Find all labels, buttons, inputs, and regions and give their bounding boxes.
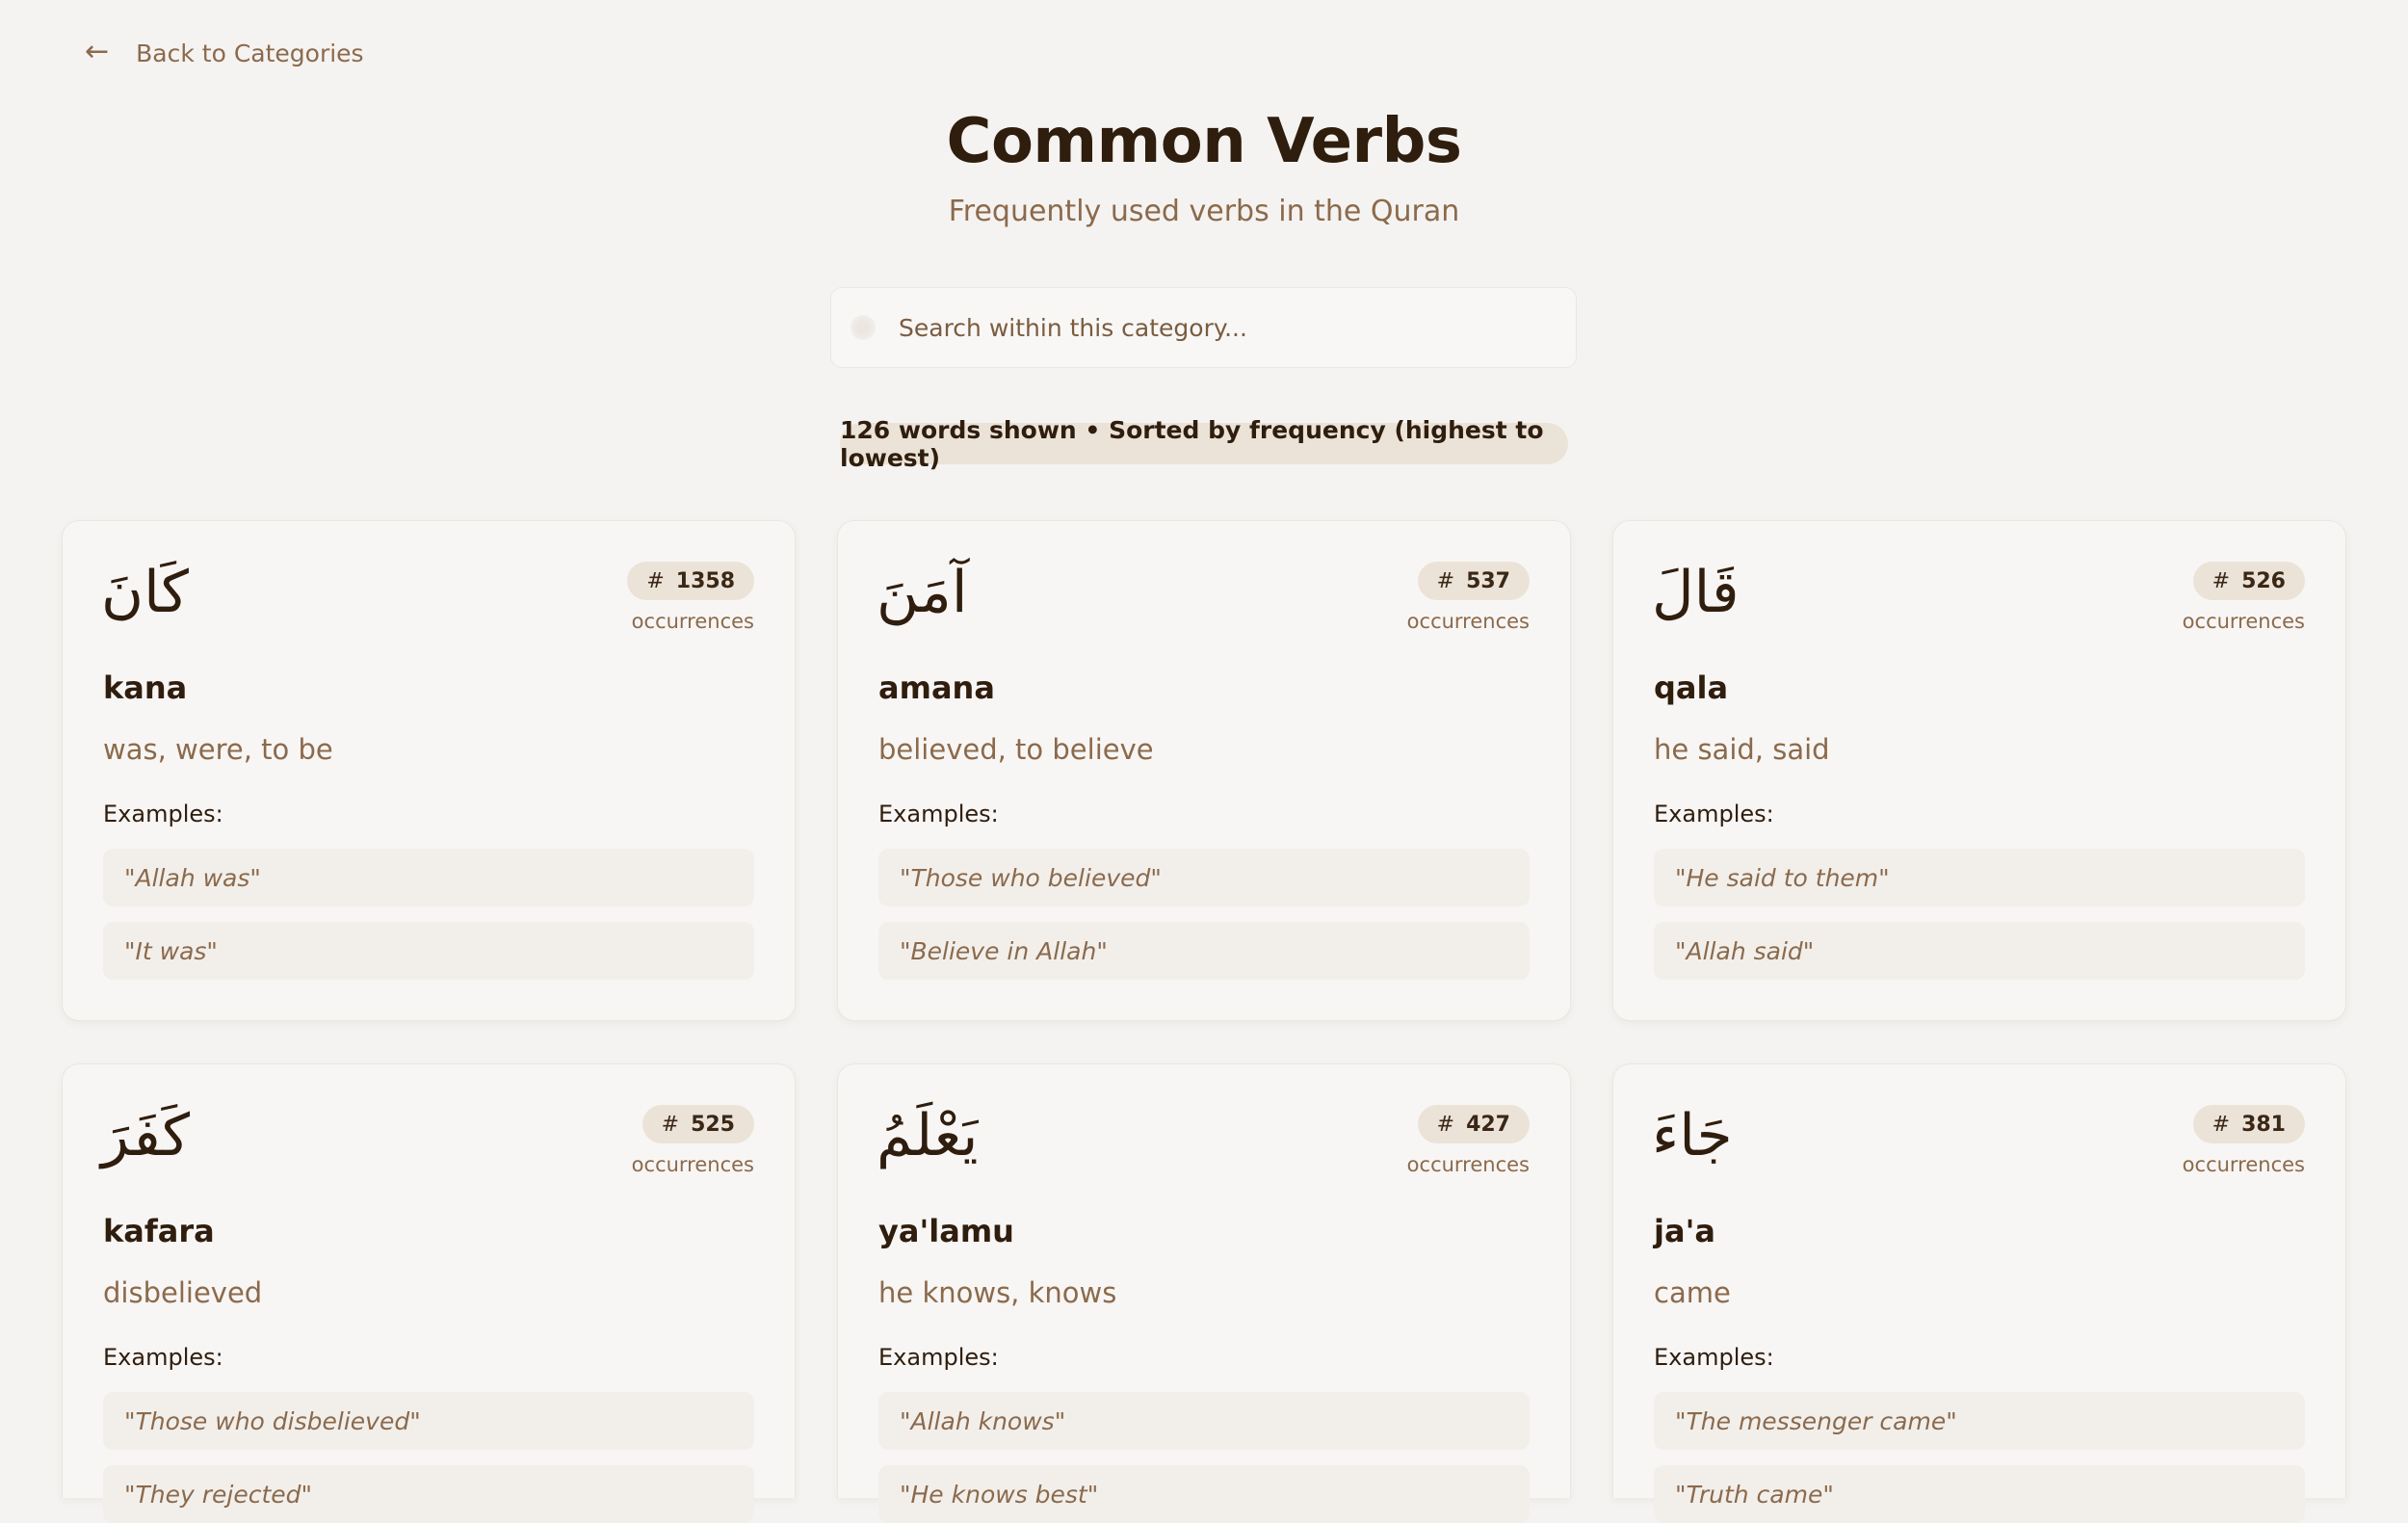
hash-icon: #: [646, 568, 665, 593]
example-item: "He said to them": [1654, 849, 2305, 906]
examples-label: Examples:: [1654, 801, 1774, 827]
occurrences-label: occurrences: [2182, 610, 2305, 633]
occurrence-count-badge: # 381: [2192, 1105, 2305, 1143]
arrow-left-icon: ←: [85, 35, 110, 68]
occurrence-count: 427: [1466, 1112, 1510, 1137]
example-item: "The messenger came": [1654, 1392, 2305, 1450]
occurrence-count: 526: [2241, 568, 2286, 593]
occurrence-count-badge: # 427: [1417, 1105, 1530, 1143]
occurrences-label: occurrences: [1406, 610, 1530, 633]
occurrences-label: occurrences: [631, 610, 754, 633]
word-card[interactable]: جَاءَ # 381 occurrences ja'a came Exampl…: [1612, 1063, 2346, 1523]
arabic-word: قَالَ: [1652, 559, 1740, 626]
transliteration: ja'a: [1654, 1213, 1715, 1249]
occurrence-count-badge: # 1358: [627, 562, 754, 600]
search-icon: [851, 315, 876, 340]
example-item: "Truth came": [1654, 1465, 2305, 1523]
page-subtitle: Frequently used verbs in the Quran: [948, 195, 1460, 228]
hash-icon: #: [1436, 568, 1455, 593]
examples-label: Examples:: [103, 1344, 223, 1371]
arabic-word: يَعْلَمُ: [877, 1102, 979, 1169]
occurrences-label: occurrences: [631, 1153, 754, 1176]
occurrence-count: 381: [2241, 1112, 2286, 1137]
search-input[interactable]: [897, 312, 1556, 343]
occurrence-count: 1358: [675, 568, 735, 593]
hash-icon: #: [1436, 1112, 1455, 1137]
example-item: "Allah was": [103, 849, 754, 906]
examples-label: Examples:: [1654, 1344, 1774, 1371]
hash-icon: #: [661, 1112, 680, 1137]
meaning: he knows, knows: [878, 1276, 1117, 1309]
meaning: believed, to believe: [878, 733, 1154, 766]
example-item: "Believe in Allah": [878, 922, 1530, 980]
transliteration: ya'lamu: [878, 1213, 1014, 1249]
word-card[interactable]: آمَنَ # 537 occurrences amana believed, …: [837, 520, 1571, 1021]
example-item: "He knows best": [878, 1465, 1530, 1523]
example-item: "Allah knows": [878, 1392, 1530, 1450]
search-box[interactable]: [830, 287, 1577, 368]
meaning: came: [1654, 1276, 1731, 1309]
arabic-word: كَانَ: [101, 559, 189, 626]
word-card[interactable]: قَالَ # 526 occurrences qala he said, sa…: [1612, 520, 2346, 1021]
arabic-word: جَاءَ: [1652, 1102, 1733, 1169]
occurrence-count: 525: [691, 1112, 735, 1137]
results-summary-badge: 126 words shown • Sorted by frequency (h…: [840, 416, 1568, 472]
example-item: "Those who believed": [878, 849, 1530, 906]
example-item: "Those who disbelieved": [103, 1392, 754, 1450]
occurrence-count-badge: # 525: [641, 1105, 754, 1143]
examples-label: Examples:: [878, 1344, 999, 1371]
page-title: Common Verbs: [946, 106, 1462, 177]
examples-label: Examples:: [103, 801, 223, 827]
back-link-label: Back to Categories: [136, 39, 364, 67]
word-card[interactable]: كَفَرَ # 525 occurrences kafara disbelie…: [62, 1063, 796, 1523]
transliteration: kafara: [103, 1213, 215, 1249]
back-to-categories-link[interactable]: ← Back to Categories: [85, 33, 364, 73]
meaning: he said, said: [1654, 733, 1830, 766]
transliteration: amana: [878, 670, 995, 706]
occurrences-label: occurrences: [2182, 1153, 2305, 1176]
example-item: "They rejected": [103, 1465, 754, 1523]
transliteration: qala: [1654, 670, 1729, 706]
arabic-word: آمَنَ: [877, 559, 968, 626]
meaning: was, were, to be: [103, 733, 333, 766]
hash-icon: #: [2212, 568, 2231, 593]
example-item: "It was": [103, 922, 754, 980]
occurrence-count-badge: # 537: [1417, 562, 1530, 600]
word-card[interactable]: يَعْلَمُ # 427 occurrences ya'lamu he kn…: [837, 1063, 1571, 1523]
occurrences-label: occurrences: [1406, 1153, 1530, 1176]
examples-label: Examples:: [878, 801, 999, 827]
occurrence-count-badge: # 526: [2192, 562, 2305, 600]
arabic-word: كَفَرَ: [101, 1102, 191, 1169]
word-card[interactable]: كَانَ # 1358 occurrences kana was, were,…: [62, 520, 796, 1021]
transliteration: kana: [103, 670, 188, 706]
example-item: "Allah said": [1654, 922, 2305, 980]
occurrence-count: 537: [1466, 568, 1510, 593]
hash-icon: #: [2212, 1112, 2231, 1137]
meaning: disbelieved: [103, 1276, 263, 1309]
